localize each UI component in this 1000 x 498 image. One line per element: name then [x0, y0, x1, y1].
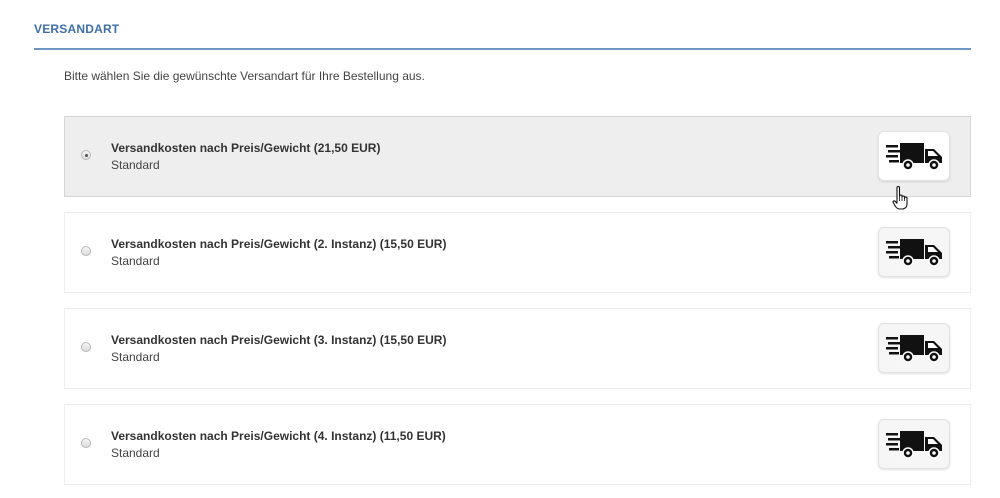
shipping-option-4[interactable]: Versandkosten nach Preis/Gewicht (4. Ins… [64, 404, 971, 485]
shipping-option-radio[interactable] [81, 150, 91, 160]
shipping-option-radio[interactable] [81, 342, 91, 352]
intro-text: Bitte wählen Sie die gewünschte Versanda… [64, 69, 425, 83]
shipping-option-title: Versandkosten nach Preis/Gewicht (2. Ins… [111, 237, 447, 251]
section-title: VERSANDART [34, 22, 120, 36]
section-divider [34, 48, 971, 50]
shipping-option-radio[interactable] [81, 438, 91, 448]
shipping-option-title: Versandkosten nach Preis/Gewicht (21,50 … [111, 141, 381, 155]
hand-pointer-icon [892, 185, 910, 216]
shipping-option-subtitle: Standard [111, 446, 160, 460]
shipping-option-2[interactable]: Versandkosten nach Preis/Gewicht (2. Ins… [64, 212, 971, 293]
shipping-option-subtitle: Standard [111, 254, 160, 268]
delivery-truck-icon [878, 131, 950, 181]
shipping-option-subtitle: Standard [111, 350, 160, 364]
radio-selected-dot [84, 153, 88, 157]
delivery-truck-icon [878, 419, 950, 469]
shipping-option-1[interactable]: Versandkosten nach Preis/Gewicht (21,50 … [64, 116, 971, 197]
delivery-truck-icon [878, 323, 950, 373]
shipping-option-radio[interactable] [81, 246, 91, 256]
shipping-method-page: VERSANDART Bitte wählen Sie die gewünsch… [0, 0, 1000, 498]
delivery-truck-icon [878, 227, 950, 277]
shipping-option-title: Versandkosten nach Preis/Gewicht (3. Ins… [111, 333, 447, 347]
shipping-option-title: Versandkosten nach Preis/Gewicht (4. Ins… [111, 429, 446, 443]
shipping-option-3[interactable]: Versandkosten nach Preis/Gewicht (3. Ins… [64, 308, 971, 389]
shipping-option-subtitle: Standard [111, 158, 160, 172]
